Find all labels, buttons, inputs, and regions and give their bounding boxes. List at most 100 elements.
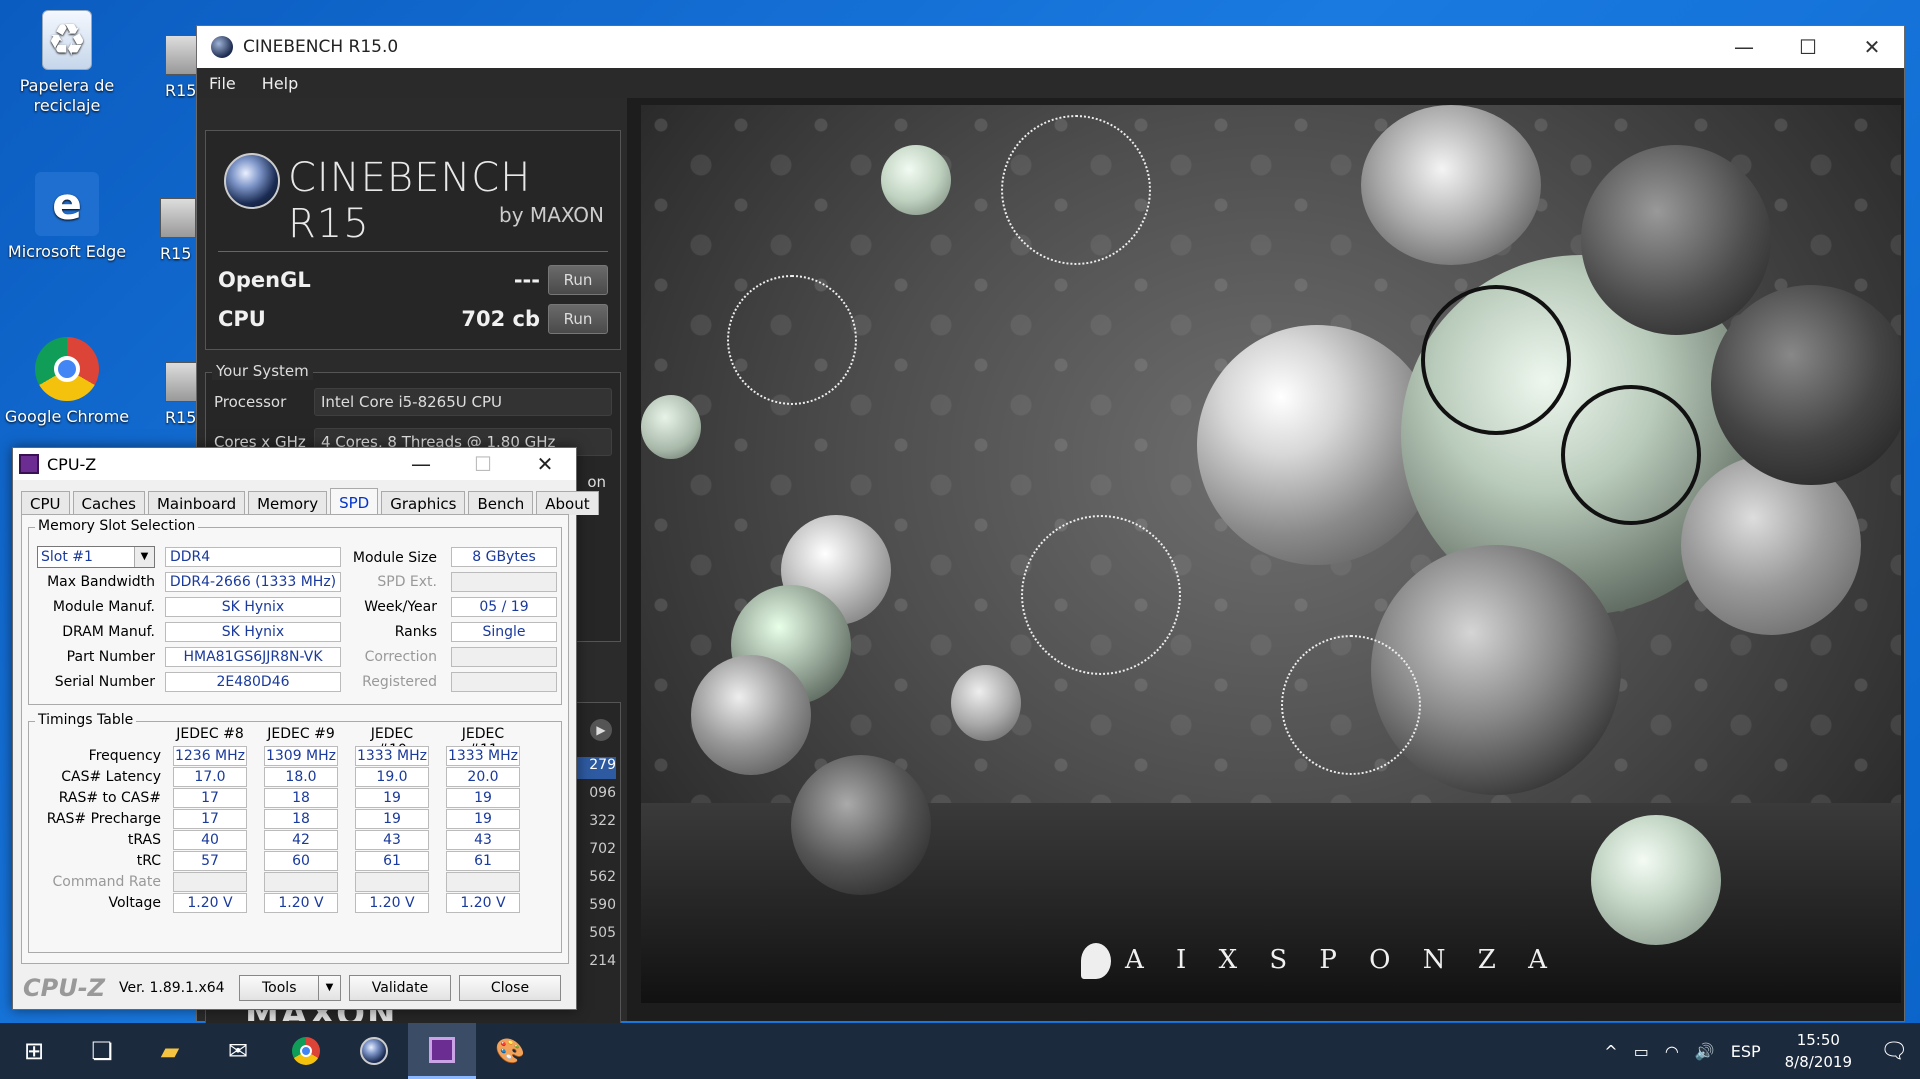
timings-cell: 1.20 V <box>446 893 520 913</box>
timings-cell: 61 <box>446 851 520 871</box>
tab-about[interactable]: About <box>536 491 599 515</box>
windows-start-icon[interactable]: ⊞ <box>0 1023 68 1079</box>
tab-cpu[interactable]: CPU <box>21 491 70 515</box>
cinebench-logo-icon <box>224 153 280 209</box>
week-year-label: Week/Year <box>364 599 437 615</box>
timings-cell: 18 <box>264 788 338 808</box>
ranking-expand-icon[interactable]: ▶ <box>590 719 612 741</box>
wire-decoration <box>1561 385 1701 525</box>
ornament-sphere <box>951 665 1021 741</box>
menu-help[interactable]: Help <box>250 74 312 93</box>
timings-cell: 40 <box>173 830 247 850</box>
timings-row-label: Frequency <box>88 748 161 764</box>
desktop-icon-r15-2[interactable]: R15 <box>160 198 200 263</box>
tab-caches[interactable]: Caches <box>72 491 145 515</box>
slot-select-value: Slot #1 <box>41 549 93 565</box>
ranking-score: 702 <box>589 841 616 857</box>
cinebench-logo-title: CINEBENCH R15 <box>288 155 532 247</box>
clock-time: 15:50 <box>1796 1031 1840 1049</box>
module-size-value: 8 GBytes <box>451 547 557 567</box>
week-year-value: 05 / 19 <box>451 597 557 617</box>
timings-column-header: JEDEC #8 <box>176 726 244 742</box>
timings-cell: 61 <box>355 851 429 871</box>
close-button[interactable]: ✕ <box>514 448 576 480</box>
minimize-button[interactable]: — <box>1712 26 1776 68</box>
run-cpu-button[interactable]: Run <box>548 304 608 334</box>
glass-sphere <box>641 395 701 459</box>
tab-graphics[interactable]: Graphics <box>381 491 466 515</box>
aixsponza-logo-icon <box>1081 943 1111 979</box>
desktop-icon-chrome[interactable]: Google Chrome <box>2 337 132 427</box>
timings-row-label: RAS# to CAS# <box>58 790 161 806</box>
cpuz-app-icon <box>19 454 39 474</box>
volume-icon[interactable]: 🔊 <box>1695 1042 1715 1061</box>
clock[interactable]: 15:50 8/8/2019 <box>1785 1029 1852 1073</box>
wire-decoration <box>1421 285 1571 435</box>
maximize-button: ☐ <box>474 452 492 476</box>
aixsponza-watermark: A I X S P O N Z A <box>1081 943 1559 979</box>
menu-file[interactable]: File <box>197 74 250 93</box>
paint-icon[interactable]: 🎨 <box>476 1023 544 1079</box>
chrome-icon[interactable] <box>272 1023 340 1079</box>
tools-button[interactable]: Tools ▼ <box>239 975 341 1001</box>
desktop-icon-edge[interactable]: e Microsoft Edge <box>2 172 132 262</box>
test-name: CPU <box>218 307 266 331</box>
cinebench-titlebar[interactable]: CINEBENCH R15.0 — ☐ ✕ <box>197 26 1904 68</box>
test-row-opengl: OpenGL --- Run <box>218 263 608 297</box>
module-manuf-label: Module Manuf. <box>52 599 155 615</box>
file-explorer-icon[interactable]: ▰ <box>136 1023 204 1079</box>
timings-cell: 19 <box>355 788 429 808</box>
mail-icon[interactable]: ✉ <box>204 1023 272 1079</box>
cpuz-titlebar[interactable]: CPU-Z — ☐ ✕ <box>13 448 576 480</box>
timings-cell: 1333 MHz <box>446 746 520 766</box>
timings-table-group: Timings Table JEDEC #8 JEDEC #9 JEDEC #1… <box>28 712 562 953</box>
chevron-down-icon: ▼ <box>134 547 154 567</box>
system-value: Intel Core i5-8265U CPU <box>314 388 612 416</box>
cpuz-icon[interactable] <box>408 1023 476 1079</box>
chevron-up-icon[interactable]: ^ <box>1604 1042 1617 1061</box>
task-view-icon[interactable]: ❏ <box>68 1023 136 1079</box>
tab-mainboard[interactable]: Mainboard <box>147 491 246 515</box>
close-button[interactable]: Close <box>459 975 561 1001</box>
desktop-icon-label: Google Chrome <box>4 407 130 426</box>
tab-memory[interactable]: Memory <box>248 491 328 515</box>
dandelion-decoration <box>1281 635 1421 775</box>
test-score: --- <box>513 268 540 292</box>
edge-icon: e <box>35 172 99 236</box>
chrome-icon <box>35 337 99 401</box>
ranking-score: 096 <box>589 785 616 801</box>
ranks-value: Single <box>451 622 557 642</box>
spd-ext-label: SPD Ext. <box>377 574 437 590</box>
tab-bench[interactable]: Bench <box>468 491 534 515</box>
tab-spd[interactable]: SPD <box>330 488 379 516</box>
notification-center-icon[interactable]: 🗨 <box>1868 1023 1920 1079</box>
desktop-icon-recycle-bin[interactable]: ♻ Papelera de reciclaje <box>2 10 132 116</box>
render-viewport: A I X S P O N Z A ⛨ <box>641 105 1901 1003</box>
desktop-icon-label: Papelera de reciclaje <box>19 76 115 115</box>
cinebench-icon[interactable] <box>340 1023 408 1079</box>
benchmark-panel: CINEBENCH R15 by MAXON OpenGL --- Run CP… <box>205 130 621 350</box>
spd-tab-content: Memory Slot Selection Slot #1 ▼ DDR4 Max… <box>21 514 569 964</box>
timings-cell: 1.20 V <box>173 893 247 913</box>
r15-shortcut-icon <box>160 198 196 238</box>
divider <box>218 251 608 252</box>
timings-cell: 43 <box>355 830 429 850</box>
language-indicator[interactable]: ESP <box>1731 1042 1761 1061</box>
minimize-button[interactable]: — <box>390 448 452 480</box>
validate-button[interactable]: Validate <box>349 975 451 1001</box>
run-opengl-button[interactable]: Run <box>548 265 608 295</box>
wifi-icon[interactable]: ◠ <box>1665 1042 1679 1061</box>
slot-select[interactable]: Slot #1 ▼ <box>37 546 155 568</box>
maximize-button[interactable]: ☐ <box>1776 26 1840 68</box>
timings-cell: 42 <box>264 830 338 850</box>
cpuz-footer: CPU-Z Ver. 1.89.1.x64 Tools ▼ Validate C… <box>13 967 576 1009</box>
tab-bar: CPU Caches Mainboard Memory SPD Graphics… <box>21 488 602 516</box>
timings-cell <box>355 872 429 892</box>
clock-date: 8/8/2019 <box>1784 1053 1852 1071</box>
battery-icon[interactable]: ▭ <box>1634 1042 1649 1061</box>
chevron-down-icon[interactable]: ▼ <box>318 976 340 1000</box>
window-title: CPU-Z <box>47 454 97 474</box>
close-button[interactable]: ✕ <box>1840 26 1904 68</box>
timings-cell: 18 <box>264 809 338 829</box>
timings-cell: 17 <box>173 788 247 808</box>
